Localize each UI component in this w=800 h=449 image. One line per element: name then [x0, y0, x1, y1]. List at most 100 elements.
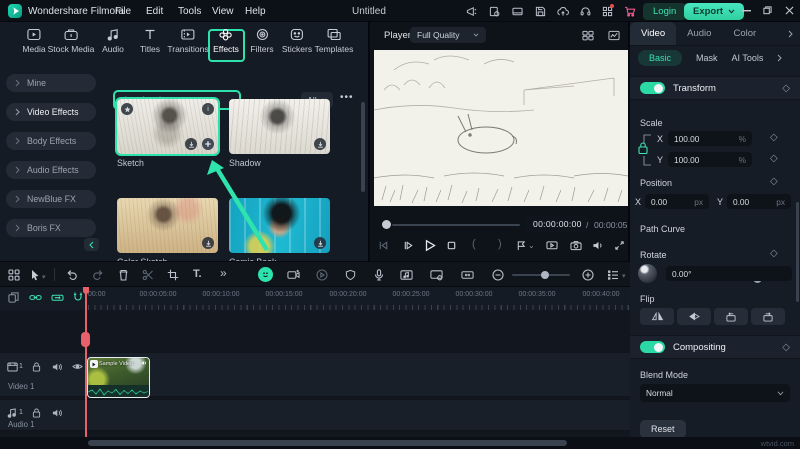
undo-icon[interactable]: [66, 269, 78, 281]
cloud-upload-icon[interactable]: [557, 6, 569, 17]
keyframe-diamond-icon[interactable]: ◇: [782, 342, 790, 353]
scale-y-input[interactable]: 100.00 %: [668, 152, 752, 167]
voiceover-mic-icon[interactable]: [374, 269, 384, 281]
sidebar-collapse-button[interactable]: [84, 238, 99, 251]
mark-in-icon[interactable]: (: [472, 238, 476, 250]
zoom-in-icon[interactable]: [582, 269, 594, 281]
select-tool-caret-icon[interactable]: ▾: [42, 273, 46, 281]
effect-card-shadow[interactable]: Shadow: [229, 99, 330, 168]
audio-mixer-icon[interactable]: [400, 269, 413, 281]
position-x-input[interactable]: 0.00 px: [645, 194, 709, 209]
next-frame-icon[interactable]: [403, 240, 414, 251]
playhead-line[interactable]: [85, 287, 87, 437]
timeline-clip[interactable]: Sample Video: [87, 357, 150, 398]
timeline-ruler[interactable]: 00:00 00:00:05:00 00:00:10:00 00:00:15:0…: [0, 287, 630, 310]
add-to-timeline-button[interactable]: [202, 138, 214, 150]
restore-button[interactable]: [763, 6, 772, 15]
promotion-icon[interactable]: [466, 6, 477, 17]
sidebar-item-mine[interactable]: Mine: [6, 74, 96, 92]
tab-transitions[interactable]: Transitions: [167, 28, 208, 54]
tab-templates[interactable]: Templates: [315, 28, 354, 54]
crop-icon[interactable]: [167, 269, 179, 281]
tab-stock-media[interactable]: Stock Media: [48, 28, 95, 54]
close-button[interactable]: [785, 6, 794, 15]
snapshot-camera-icon[interactable]: [570, 240, 582, 251]
scrubber-handle[interactable]: [382, 220, 391, 229]
preview-stage[interactable]: [374, 50, 628, 206]
reset-button[interactable]: Reset: [640, 420, 686, 438]
subtab-mask[interactable]: Mask: [696, 53, 718, 63]
sidebar-item-video-effects[interactable]: Video Effects: [6, 103, 96, 121]
transform-toggle[interactable]: [640, 82, 665, 94]
lock-track-icon[interactable]: [32, 408, 41, 418]
text-tool-icon[interactable]: T.: [193, 268, 202, 280]
store-cart-icon[interactable]: [624, 6, 636, 17]
volume-icon[interactable]: [592, 240, 604, 251]
tab-stickers[interactable]: Stickers: [282, 28, 312, 54]
favorite-star-icon[interactable]: [121, 103, 133, 115]
flip-vertical-button[interactable]: [677, 308, 711, 325]
effect-thumbnail[interactable]: i: [117, 99, 218, 154]
keyframe-diamond-icon[interactable]: ◇: [770, 153, 778, 164]
keyframe-diamond-icon[interactable]: ◇: [770, 176, 778, 187]
rotate-dial[interactable]: [638, 264, 657, 283]
project-settings-icon[interactable]: [489, 6, 500, 17]
fit-timeline-icon[interactable]: [461, 269, 474, 281]
zoom-out-icon[interactable]: [492, 269, 504, 281]
snapping-magnet-icon[interactable]: [72, 291, 84, 303]
subtabs-overflow-chevron-icon[interactable]: [777, 54, 782, 62]
tab-color[interactable]: Color: [722, 22, 767, 45]
compositing-toggle[interactable]: [640, 341, 665, 353]
tab-audio[interactable]: Audio: [102, 28, 124, 54]
scale-link-lock-icon[interactable]: [638, 132, 654, 168]
manage-tracks-icon[interactable]: [607, 269, 619, 281]
download-icon[interactable]: [185, 138, 197, 150]
sidebar-item-newblue-fx[interactable]: NewBlue FX: [6, 190, 96, 208]
keyframe-diamond-icon[interactable]: ◇: [770, 248, 778, 259]
tab-effects[interactable]: Effects: [213, 28, 239, 54]
keyframe-diamond-icon[interactable]: ◇: [770, 132, 778, 143]
audio-track-lane[interactable]: 1 Audio 1: [0, 399, 630, 431]
scale-x-input[interactable]: 100.00 %: [668, 131, 752, 146]
redo-icon[interactable]: [92, 269, 104, 281]
menu-file[interactable]: File: [115, 6, 131, 17]
download-icon[interactable]: [314, 237, 326, 249]
media-library-icon[interactable]: [8, 269, 20, 281]
inspector-scrollbar[interactable]: [796, 202, 799, 302]
download-icon[interactable]: [202, 237, 214, 249]
zoom-slider-handle[interactable]: [541, 271, 549, 279]
auto-ripple-icon[interactable]: [51, 292, 64, 303]
tab-video[interactable]: Video: [630, 22, 676, 45]
menu-edit[interactable]: Edit: [146, 6, 163, 17]
rotate-ccw-button[interactable]: [714, 308, 748, 325]
mute-track-icon[interactable]: [52, 408, 63, 418]
tab-titles[interactable]: Titles: [140, 28, 160, 54]
resources-grid-icon[interactable]: [602, 6, 613, 17]
info-badge-icon[interactable]: i: [202, 103, 214, 115]
effect-thumbnail[interactable]: [229, 198, 330, 253]
effect-thumbnail[interactable]: [229, 99, 330, 154]
timeline-horizontal-scrollbar[interactable]: [88, 440, 567, 446]
fullscreen-icon[interactable]: [614, 240, 625, 251]
stop-button[interactable]: [446, 240, 457, 251]
blend-mode-dropdown[interactable]: Normal: [640, 384, 790, 402]
playhead-handle[interactable]: [81, 332, 90, 347]
select-tool-icon[interactable]: [30, 269, 40, 281]
save-icon[interactable]: [535, 6, 546, 17]
tab-audio[interactable]: Audio: [676, 22, 722, 45]
sidebar-item-boris-fx[interactable]: Boris FX: [6, 219, 96, 237]
flip-horizontal-button[interactable]: [640, 308, 674, 325]
shield-safearea-icon[interactable]: [345, 269, 356, 281]
effect-card-color-sketch[interactable]: Color Sketch: [117, 198, 218, 267]
menu-help[interactable]: Help: [245, 6, 266, 17]
split-scissors-icon[interactable]: [142, 269, 154, 281]
rotate-cw-button[interactable]: [751, 308, 785, 325]
scopes-icon[interactable]: [608, 30, 620, 41]
rotate-input[interactable]: 0.00°: [666, 266, 792, 281]
subtab-basic[interactable]: Basic: [638, 50, 682, 66]
marker-icon[interactable]: [516, 240, 526, 251]
paste-attributes-icon[interactable]: [8, 292, 19, 303]
position-y-input[interactable]: 0.00 px: [727, 194, 791, 209]
more-tools-icon[interactable]: »: [220, 266, 227, 280]
effect-thumbnail[interactable]: [117, 198, 218, 253]
